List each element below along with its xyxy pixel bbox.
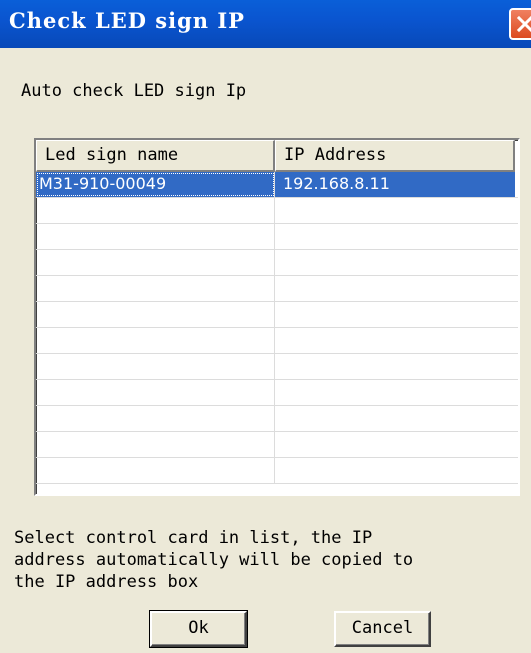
cell-ip-address: 192.168.8.11 bbox=[275, 172, 515, 197]
cell-led-sign-name bbox=[36, 198, 275, 223]
cell-led-sign-name bbox=[36, 302, 275, 327]
cell-led-sign-name bbox=[36, 250, 275, 275]
close-icon bbox=[516, 15, 531, 33]
cell-led-sign-name bbox=[36, 276, 275, 301]
instruction-text: Select control card in list, the IP addr… bbox=[14, 528, 414, 592]
table-row[interactable] bbox=[36, 458, 518, 484]
cell-led-sign-name bbox=[36, 406, 275, 431]
heading-label: Auto check LED sign Ip bbox=[21, 81, 247, 101]
cell-led-sign-name bbox=[36, 224, 275, 249]
cell-led-sign-name bbox=[36, 328, 275, 353]
cell-led-sign-name bbox=[36, 432, 275, 457]
table-row[interactable] bbox=[36, 302, 518, 328]
table-row[interactable]: M31-910-00049 192.168.8.11 bbox=[36, 172, 518, 198]
column-header-ip-address[interactable]: IP Address bbox=[275, 140, 515, 172]
table-row[interactable] bbox=[36, 250, 518, 276]
led-sign-list[interactable]: Led sign name IP Address M31-910-00049 19… bbox=[34, 138, 520, 496]
cell-ip-address bbox=[275, 432, 515, 457]
close-button[interactable] bbox=[509, 8, 531, 40]
cell-ip-address bbox=[275, 328, 515, 353]
cancel-button[interactable]: Cancel bbox=[334, 611, 431, 647]
ok-button[interactable]: Ok bbox=[149, 610, 248, 648]
cell-ip-address bbox=[275, 250, 515, 275]
list-body: M31-910-00049 192.168.8.11 bbox=[36, 172, 518, 484]
cell-ip-address bbox=[275, 302, 515, 327]
cell-led-sign-name bbox=[36, 354, 275, 379]
cell-ip-address bbox=[275, 406, 515, 431]
table-row[interactable] bbox=[36, 380, 518, 406]
check-led-sign-ip-dialog: Check LED sign IP Auto check LED sign Ip… bbox=[0, 0, 531, 653]
title-bar[interactable]: Check LED sign IP bbox=[0, 0, 531, 48]
table-row[interactable] bbox=[36, 198, 518, 224]
cell-ip-address bbox=[275, 380, 515, 405]
table-row[interactable] bbox=[36, 276, 518, 302]
cell-ip-address bbox=[275, 354, 515, 379]
cell-led-sign-name bbox=[36, 458, 275, 483]
window-title: Check LED sign IP bbox=[9, 8, 245, 33]
cell-led-sign-name bbox=[36, 380, 275, 405]
cell-ip-address bbox=[275, 198, 515, 223]
table-row[interactable] bbox=[36, 406, 518, 432]
cell-ip-address bbox=[275, 276, 515, 301]
cell-ip-address bbox=[275, 224, 515, 249]
list-header: Led sign name IP Address bbox=[36, 140, 518, 172]
table-row[interactable] bbox=[36, 354, 518, 380]
table-row[interactable] bbox=[36, 224, 518, 250]
table-row[interactable] bbox=[36, 328, 518, 354]
column-header-led-sign-name[interactable]: Led sign name bbox=[36, 140, 275, 172]
cell-ip-address bbox=[275, 458, 515, 483]
table-row[interactable] bbox=[36, 432, 518, 458]
cell-led-sign-name: M31-910-00049 bbox=[36, 172, 275, 197]
